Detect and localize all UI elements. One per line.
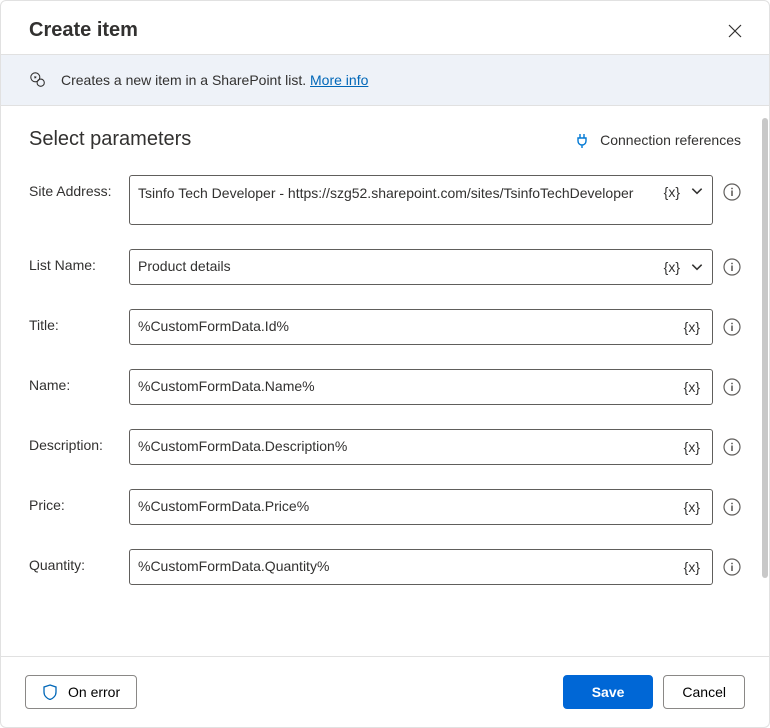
variable-token-button[interactable]: {x} [660,184,684,200]
param-list-name: List Name: Product details {x} [29,249,741,285]
description-label: Description: [29,429,129,453]
variable-token-button[interactable]: {x} [680,499,704,515]
param-quantity: Quantity: %CustomFormData.Quantity% {x} [29,549,741,585]
price-value: %CustomFormData.Price% [138,497,680,517]
sharepoint-action-icon [29,71,47,89]
save-button[interactable]: Save [563,675,654,709]
quantity-label: Quantity: [29,549,129,573]
info-icon[interactable] [723,378,741,396]
info-icon[interactable] [723,258,741,276]
info-icon[interactable] [723,183,741,201]
more-info-link[interactable]: More info [310,72,368,88]
info-icon[interactable] [723,498,741,516]
param-title: Title: %CustomFormData.Id% {x} [29,309,741,345]
banner-description: Creates a new item in a SharePoint list. [61,72,306,88]
variable-token-button[interactable]: {x} [660,259,684,275]
name-value: %CustomFormData.Name% [138,377,680,397]
price-input[interactable]: %CustomFormData.Price% {x} [129,489,713,525]
close-button[interactable] [725,21,745,41]
cancel-button[interactable]: Cancel [663,675,745,709]
banner-text: Creates a new item in a SharePoint list.… [61,72,368,88]
description-input[interactable]: %CustomFormData.Description% {x} [129,429,713,465]
param-price: Price: %CustomFormData.Price% {x} [29,489,741,525]
info-icon[interactable] [723,318,741,336]
dialog-body: Select parameters Connection references … [1,106,769,656]
section-header: Select parameters Connection references [29,128,741,151]
info-icon[interactable] [723,438,741,456]
chevron-down-icon[interactable] [690,184,704,198]
connection-references-link[interactable]: Connection references [574,132,741,148]
variable-token-button[interactable]: {x} [680,559,704,575]
variable-token-button[interactable]: {x} [680,439,704,455]
list-name-label: List Name: [29,249,129,273]
title-input[interactable]: %CustomFormData.Id% {x} [129,309,713,345]
site-address-input[interactable]: Tsinfo Tech Developer - https://szg52.sh… [129,175,713,225]
list-name-value: Product details [138,257,660,277]
name-label: Name: [29,369,129,393]
variable-token-button[interactable]: {x} [680,319,704,335]
description-value: %CustomFormData.Description% [138,437,680,457]
title-value: %CustomFormData.Id% [138,317,680,337]
site-address-value: Tsinfo Tech Developer - https://szg52.sh… [138,184,660,204]
section-title: Select parameters [29,128,191,151]
name-input[interactable]: %CustomFormData.Name% {x} [129,369,713,405]
dialog-footer: On error Save Cancel [1,656,769,727]
param-description: Description: %CustomFormData.Description… [29,429,741,465]
info-banner: Creates a new item in a SharePoint list.… [1,54,769,106]
close-icon [728,24,742,38]
param-name: Name: %CustomFormData.Name% {x} [29,369,741,405]
info-icon[interactable] [723,558,741,576]
quantity-input[interactable]: %CustomFormData.Quantity% {x} [129,549,713,585]
dialog-header: Create item [1,1,769,54]
create-item-dialog: Create item Creates a new item in a Shar… [0,0,770,728]
scrollbar[interactable] [762,118,768,578]
shield-icon [42,684,58,700]
plug-icon [574,132,590,148]
chevron-down-icon[interactable] [690,260,704,274]
price-label: Price: [29,489,129,513]
list-name-input[interactable]: Product details {x} [129,249,713,285]
variable-token-button[interactable]: {x} [680,379,704,395]
on-error-button[interactable]: On error [25,675,137,709]
connection-references-label: Connection references [600,132,741,148]
title-label: Title: [29,309,129,333]
on-error-label: On error [68,684,120,700]
quantity-value: %CustomFormData.Quantity% [138,557,680,577]
site-address-label: Site Address: [29,175,129,199]
dialog-title: Create item [29,19,138,42]
param-site-address: Site Address: Tsinfo Tech Developer - ht… [29,175,741,225]
